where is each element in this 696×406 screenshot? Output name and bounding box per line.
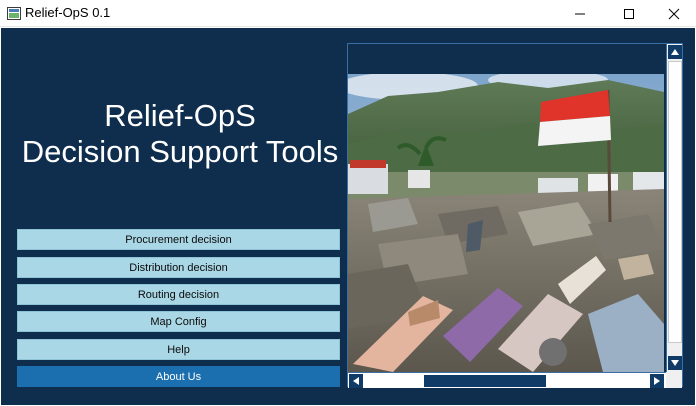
procurement-decision-button[interactable]: Procurement decision	[17, 229, 340, 250]
help-button[interactable]: Help	[17, 339, 340, 360]
arrow-left-icon	[353, 377, 359, 385]
arrow-down-icon	[671, 360, 679, 366]
map-config-button[interactable]: Map Config	[17, 311, 340, 332]
scroll-down-button[interactable]	[668, 356, 682, 370]
routing-decision-button[interactable]: Routing decision	[17, 284, 340, 305]
minimize-button[interactable]	[557, 0, 603, 27]
maximize-button[interactable]	[606, 0, 652, 27]
minimize-icon	[575, 13, 585, 14]
distribution-decision-button[interactable]: Distribution decision	[17, 257, 340, 278]
maximize-icon	[624, 8, 634, 19]
arrow-right-icon	[654, 377, 660, 385]
image-panel[interactable]	[347, 43, 683, 388]
vertical-scroll-thumb[interactable]	[668, 61, 682, 343]
scroll-left-button[interactable]	[349, 374, 363, 388]
about-us-button[interactable]: About Us	[17, 366, 340, 387]
title-line-1: Relief-OpS	[104, 98, 256, 133]
title-bar: Relief-OpS 0.1	[0, 0, 696, 27]
window-title: Relief-OpS 0.1	[25, 5, 111, 20]
arrow-up-icon	[671, 49, 679, 55]
vertical-scrollbar[interactable]	[666, 44, 682, 372]
horizontal-scrollbar[interactable]	[348, 372, 666, 388]
main-area: Relief-OpS Decision Support Tools Procur…	[1, 28, 695, 405]
page-title: Relief-OpS Decision Support Tools	[1, 98, 359, 170]
disaster-photo	[348, 74, 664, 372]
scrollbar-corner	[666, 372, 682, 388]
horizontal-scroll-thumb[interactable]	[424, 375, 546, 387]
close-button[interactable]	[651, 0, 696, 27]
scroll-up-button[interactable]	[668, 45, 682, 59]
app-icon	[7, 7, 21, 20]
scroll-right-button[interactable]	[650, 374, 664, 388]
title-line-2: Decision Support Tools	[21, 134, 339, 169]
close-icon	[668, 8, 680, 19]
